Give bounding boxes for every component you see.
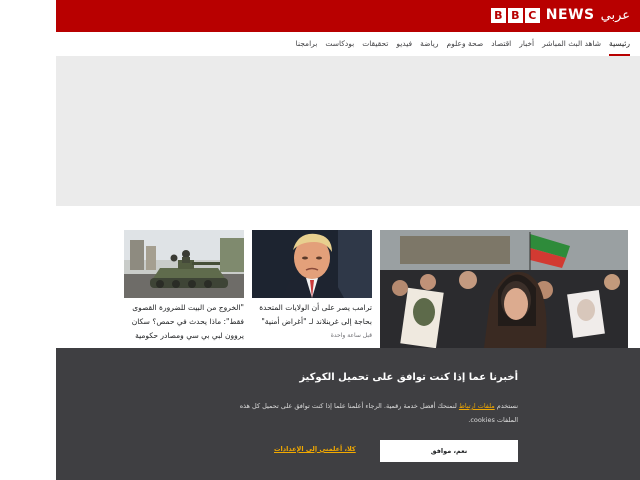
story-card-greenland[interactable]: ترامب يصر على أن الولايات المتحدة بحاجة … <box>252 230 372 339</box>
cookie-text-before-link: نستخدم <box>496 402 518 410</box>
bbc-logo-letter-b1: B <box>490 7 506 23</box>
bbc-logo-letter-b2: B <box>507 7 523 23</box>
cookie-consent-banner: أخبرنا عما إذا كنت توافق على تحميل الكوك… <box>56 348 640 480</box>
cookies-info-link[interactable]: ملفات ارتباط <box>459 402 495 410</box>
main-navigation: رئيسية شاهد البث المباشر أخبار اقتصاد صح… <box>56 32 640 57</box>
story-card-homs[interactable]: "الخروج من البيت للضرورة القصوى فقط": ما… <box>124 230 244 357</box>
news-wordmark: NEWS <box>545 7 595 23</box>
nav-item-video[interactable]: فيديو <box>396 32 412 56</box>
page-margin <box>0 0 56 480</box>
nav-item-news[interactable]: أخبار <box>519 32 534 56</box>
story-image-trump[interactable] <box>252 230 372 298</box>
bbc-logo-letter-c: C <box>524 7 540 23</box>
accept-cookies-button[interactable]: نعم، موافق <box>380 440 518 462</box>
cookie-settings-link[interactable]: كلا، أعلمني إلى الإعدادات <box>274 445 356 453</box>
nav-list: رئيسية شاهد البث المباشر أخبار اقتصاد صح… <box>288 32 630 56</box>
protest-photo <box>380 230 628 348</box>
cookie-banner-text: نستخدم ملفات ارتباط لنمنحك أفضل خدمة رقم… <box>228 399 518 427</box>
nav-item-home[interactable]: رئيسية <box>609 32 630 56</box>
cookie-banner-title: أخبرنا عما إذا كنت توافق على تحميل الكوك… <box>299 372 518 383</box>
trump-photo <box>252 230 372 298</box>
advertisement-placeholder <box>56 56 640 206</box>
story-headline-greenland[interactable]: ترامب يصر على أن الولايات المتحدة بحاجة … <box>252 301 372 329</box>
nav-item-live[interactable]: شاهد البث المباشر <box>542 32 601 56</box>
nav-item-podcast[interactable]: بودكاست <box>325 32 354 56</box>
nav-item-programmes[interactable]: برامجنا <box>296 32 318 56</box>
story-image-protest[interactable] <box>380 230 628 348</box>
nav-item-sport[interactable]: رياضة <box>420 32 438 56</box>
story-image-homs[interactable] <box>124 230 244 298</box>
armored-vehicle-photo <box>124 230 244 298</box>
bbc-news-arabic-logo[interactable]: B B C NEWS عربي <box>490 7 630 23</box>
site-header: B B C NEWS عربي <box>56 0 640 32</box>
nav-item-health-science[interactable]: صحة وعلوم <box>446 32 483 56</box>
nav-item-economy[interactable]: اقتصاد <box>491 32 511 56</box>
arabic-wordmark: عربي <box>600 7 630 23</box>
story-timestamp: قبل ساعة واحدة <box>330 332 372 339</box>
nav-item-investigations[interactable]: تحقيقات <box>362 32 388 56</box>
story-card-protest[interactable] <box>380 230 628 348</box>
